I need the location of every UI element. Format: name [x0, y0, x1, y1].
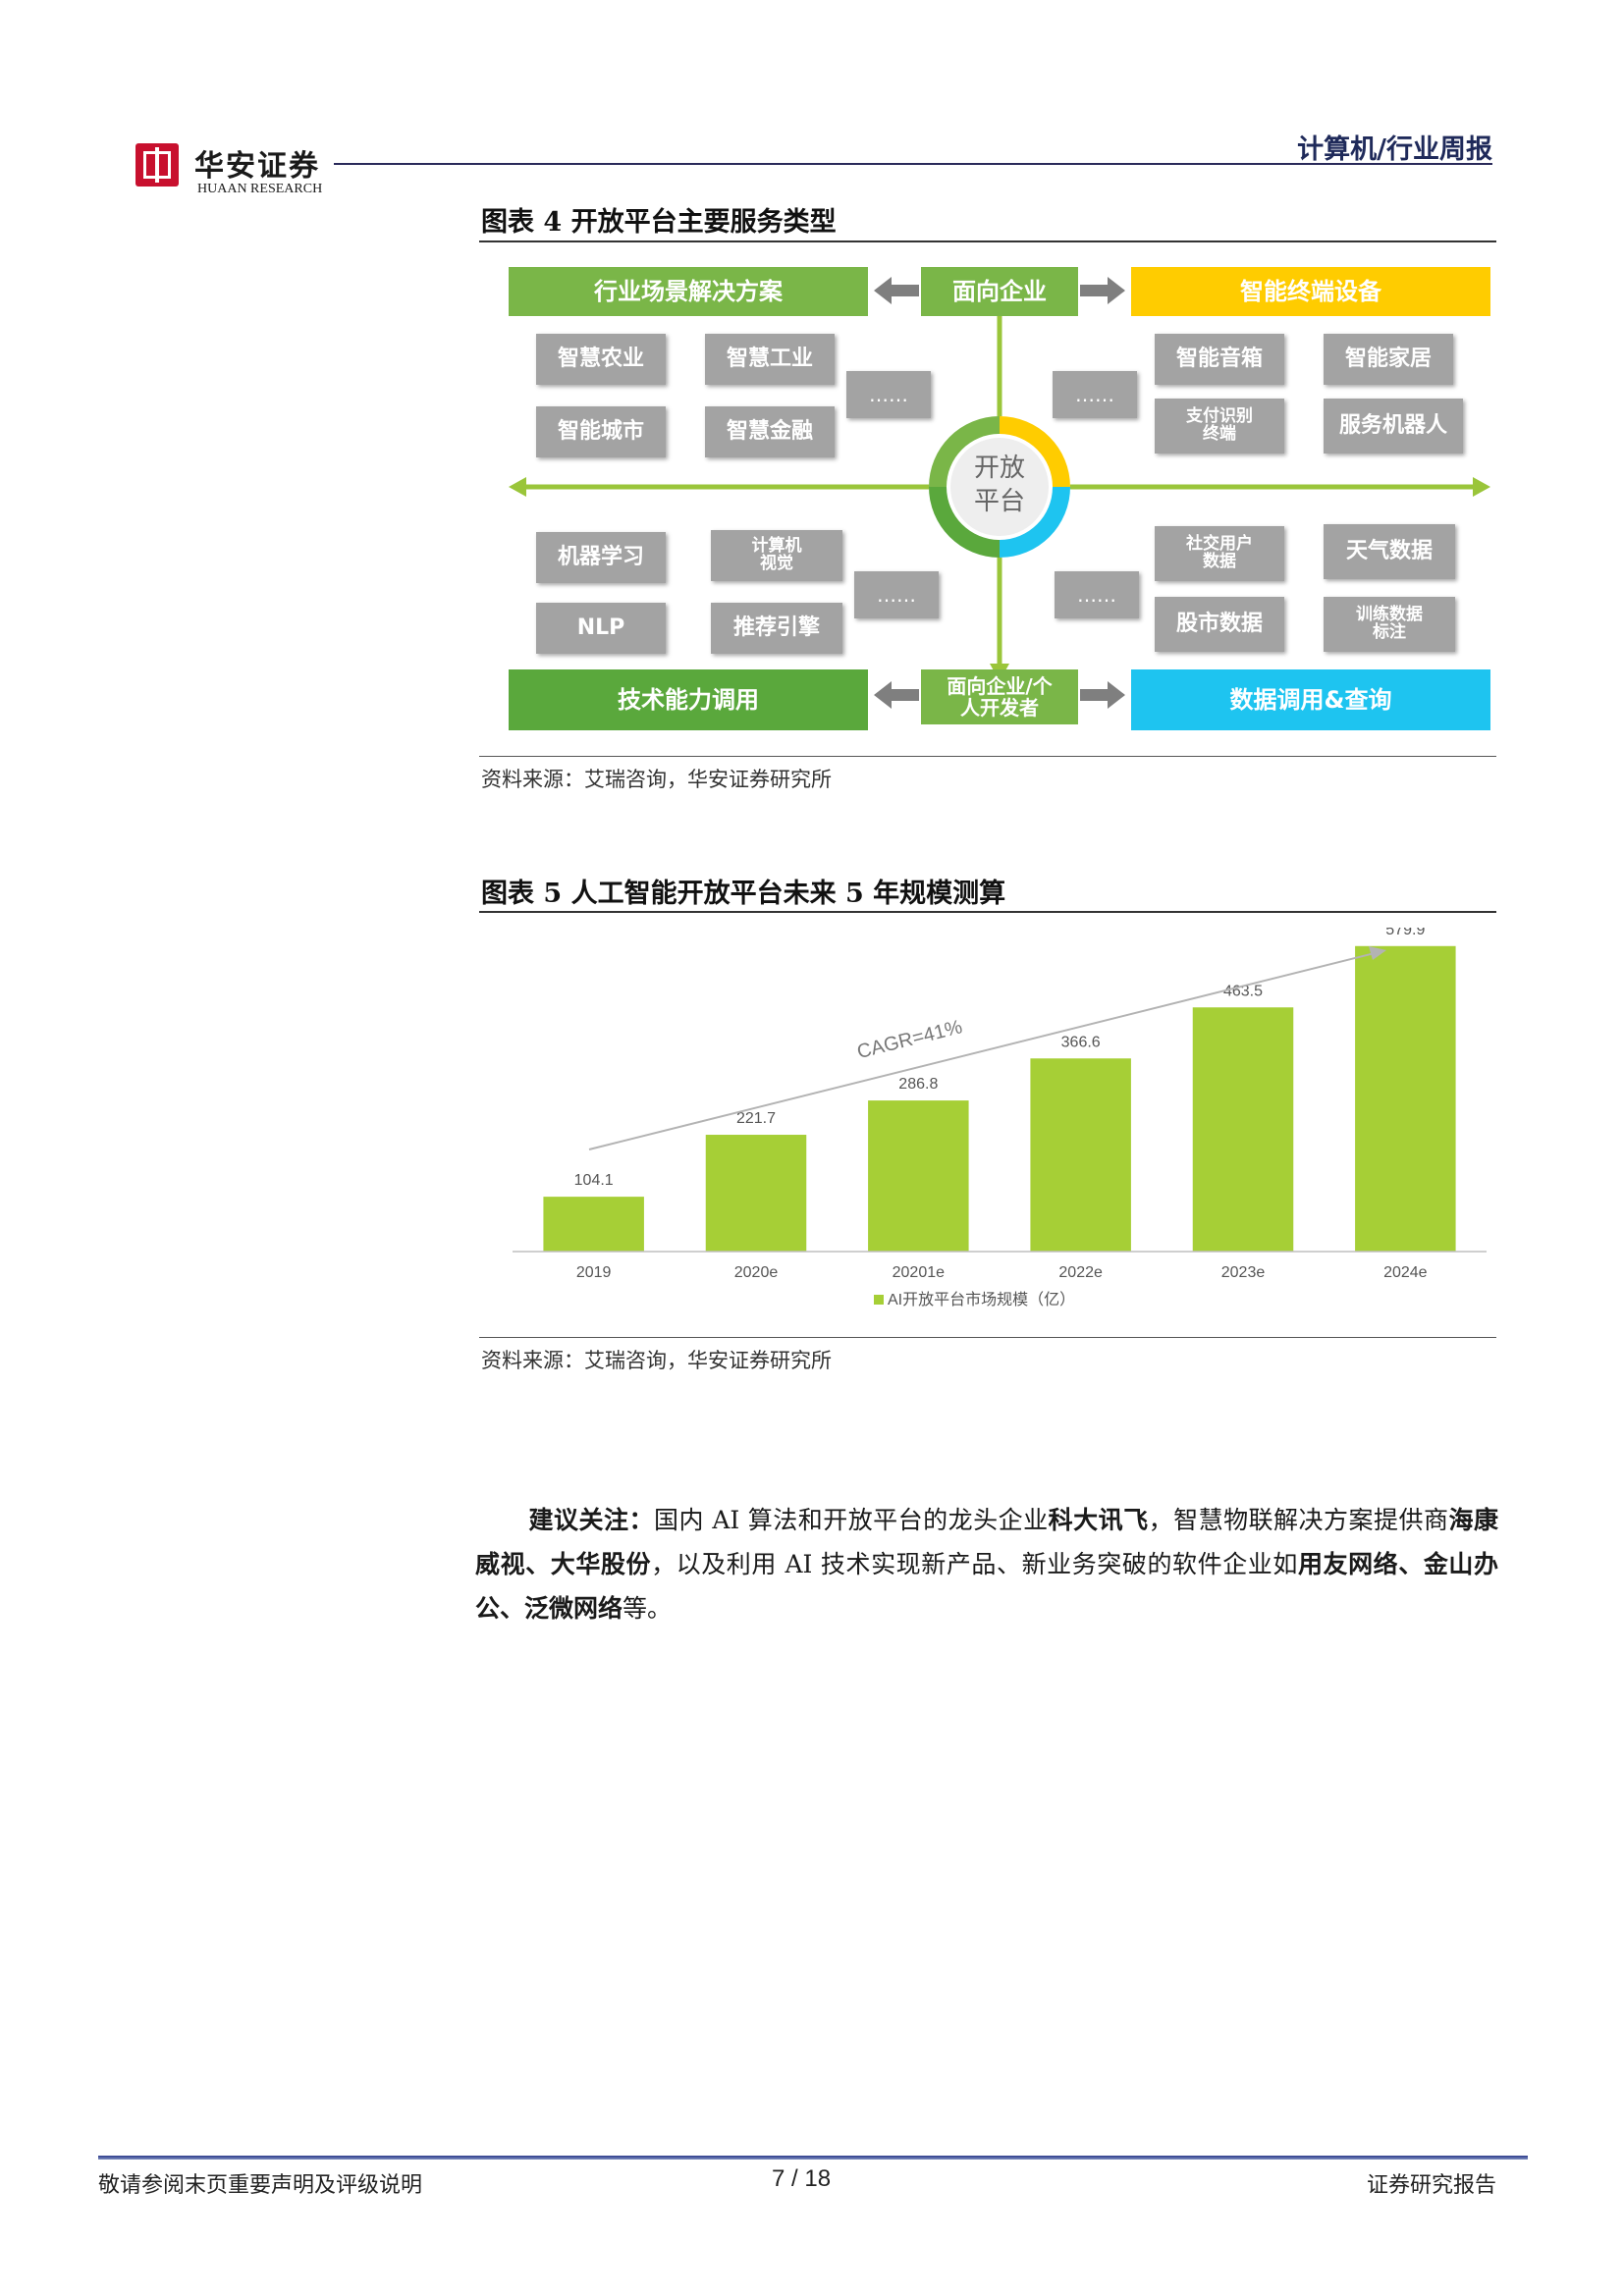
- figure5-title: 图表 5 人工智能开放平台未来 5 年规模测算: [481, 879, 1006, 909]
- company-name-en: HUAAN RESEARCH: [197, 182, 323, 196]
- x-tick-2019: 2019: [576, 1264, 612, 1281]
- cagr-annotation: CAGR=41%: [855, 1016, 965, 1063]
- figure5-top-rule: [479, 911, 1496, 913]
- value-label-2020e: 221.7: [736, 1110, 776, 1127]
- page-number: 7 / 18: [772, 2165, 832, 2192]
- figure4-top-rule: [479, 240, 1496, 242]
- open-platform-diagram: 开放 平台 面向企业 面向企业/个人开发者 行业场景解决方案 智能终端设备 技术…: [503, 257, 1496, 738]
- figure4-source: 资料来源：艾瑞咨询，华安证券研究所: [481, 768, 832, 791]
- x-tick-2020e: 2020e: [734, 1264, 779, 1281]
- item-stock-data: 股市数据: [1155, 597, 1284, 652]
- footer-report-type: 证券研究报告: [1366, 2173, 1496, 2198]
- x-tick-2023e: 2023e: [1221, 1264, 1266, 1281]
- bar-2022e: [1030, 1058, 1131, 1252]
- item-weather-data: 天气数据: [1324, 524, 1455, 579]
- recommendation-lead: 建议关注：: [528, 1506, 654, 1534]
- label-for-developers: 面向企业/个人开发者: [921, 669, 1078, 724]
- header-data-query: 数据调用&查询: [1131, 669, 1490, 730]
- para-text-4: 等。: [623, 1594, 673, 1623]
- legend-label: AI开放平台市场规模（亿）: [888, 1291, 1075, 1308]
- x-tick-2024e: 2024e: [1383, 1264, 1428, 1281]
- item-training-data-annotation: 训练数据标注: [1324, 597, 1455, 652]
- company-name-cn: 华安证券: [194, 149, 320, 184]
- x-tick-20201e: 20201e: [893, 1264, 945, 1281]
- footer-disclaimer: 敬请参阅末页重要声明及评级说明: [98, 2173, 423, 2198]
- value-label-2022e: 366.6: [1061, 1034, 1101, 1050]
- market-size-chart: 104.1221.7286.8366.6463.5579.9 2019 2020e…: [513, 928, 1487, 1308]
- report-section-title: 计算机/行业周报: [1297, 134, 1492, 165]
- item-smart-home: 智能家居: [1324, 334, 1453, 385]
- x-tick-2022e: 2022e: [1058, 1264, 1103, 1281]
- company-logo-icon: [135, 143, 179, 187]
- bar-2019: [543, 1197, 644, 1252]
- figure5-source: 资料来源：艾瑞咨询，华安证券研究所: [481, 1349, 832, 1372]
- bar-20201e: [868, 1100, 969, 1252]
- item-smart-agriculture: 智慧农业: [536, 334, 666, 385]
- value-label-2019: 104.1: [574, 1172, 614, 1189]
- item-more-bottom-right: ……: [1055, 571, 1139, 618]
- value-label-20201e: 286.8: [898, 1076, 938, 1093]
- item-recommendation-engine: 推荐引擎: [711, 603, 842, 654]
- item-nlp: NLP: [536, 603, 666, 654]
- item-smart-city: 智能城市: [536, 406, 666, 457]
- bar-2020e: [705, 1135, 807, 1252]
- para-company-iflytek: 科大讯飞: [1048, 1506, 1149, 1534]
- figure5-bottom-rule: [479, 1337, 1496, 1338]
- figure4-bottom-rule: [479, 756, 1496, 757]
- para-text-3: ，以及利用 AI 技术实现新产品、新业务突破的软件企业如: [651, 1550, 1298, 1578]
- item-more-top-left: ……: [846, 371, 931, 418]
- footer-divider: [98, 2156, 1528, 2160]
- item-smart-speaker: 智能音箱: [1155, 334, 1284, 385]
- header-industry-solutions: 行业场景解决方案: [509, 267, 868, 316]
- header-tech-capabilities: 技术能力调用: [509, 669, 868, 730]
- center-label-line1: 开放: [973, 454, 1025, 483]
- center-label-line2: 平台: [973, 487, 1025, 516]
- label-for-enterprise: 面向企业: [921, 267, 1078, 316]
- bar-2024e: [1355, 945, 1456, 1252]
- item-smart-finance: 智慧金融: [705, 406, 835, 457]
- item-more-top-right: ……: [1053, 371, 1137, 418]
- legend-swatch: [874, 1295, 884, 1305]
- item-more-bottom-left: ……: [854, 571, 939, 618]
- item-computer-vision: 计算机视觉: [711, 530, 842, 581]
- value-label-2024e: 579.9: [1385, 928, 1425, 938]
- item-smart-industry: 智慧工业: [705, 334, 835, 385]
- bar-2023e: [1192, 1007, 1294, 1252]
- item-payment-terminal: 支付识别终端: [1155, 399, 1284, 454]
- item-machine-learning: 机器学习: [536, 532, 666, 583]
- header-smart-devices: 智能终端设备: [1131, 267, 1490, 316]
- item-social-user-data: 社交用户数据: [1155, 526, 1284, 581]
- figure4-title: 图表 4 开放平台主要服务类型: [481, 207, 837, 238]
- recommendation-paragraph: 建议关注：国内 AI 算法和开放平台的龙头企业科大讯飞，智慧物联解决方案提供商海…: [475, 1498, 1498, 1630]
- para-text-1: 国内 AI 算法和开放平台的龙头企业: [653, 1506, 1049, 1534]
- item-service-robot: 服务机器人: [1324, 399, 1463, 454]
- para-text-2: ，智慧物联解决方案提供商: [1148, 1506, 1449, 1534]
